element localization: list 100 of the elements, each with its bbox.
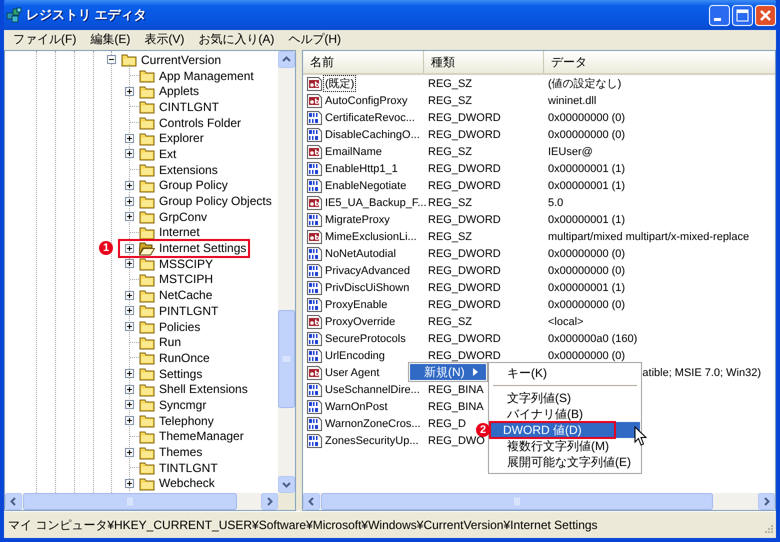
scroll-left-button[interactable]: [5, 493, 22, 510]
menu-item[interactable]: 新規(N): [410, 364, 486, 380]
tree-item[interactable]: Settings: [159, 366, 202, 381]
scroll-right-button[interactable]: [758, 493, 775, 510]
value-name[interactable]: WarnonZoneCros...: [323, 416, 423, 430]
tree-item[interactable]: NetCache: [159, 288, 212, 302]
scroll-right-button[interactable]: [261, 493, 278, 510]
scrollbar[interactable]: [303, 493, 775, 510]
value-data: <local>: [548, 316, 584, 328]
expand-icon[interactable]: [125, 212, 134, 222]
expand-icon[interactable]: [125, 149, 134, 158]
tree-item[interactable]: Internet: [159, 225, 200, 240]
tree-item[interactable]: Group Policy: [159, 178, 228, 192]
menu-item[interactable]: 表示(V): [137, 31, 192, 48]
tree-item[interactable]: Telephony: [159, 414, 214, 428]
menu-item[interactable]: ファイル(F): [6, 31, 84, 48]
tree-item[interactable]: TINTLGNT: [159, 460, 218, 475]
tree-item[interactable]: PINTLGNT: [159, 304, 218, 318]
tree-item[interactable]: Run: [159, 335, 182, 350]
value-name[interactable]: EmailName: [323, 144, 384, 158]
value-name[interactable]: User Agent: [323, 366, 382, 380]
value-name[interactable]: ProxyOverride: [323, 314, 398, 328]
expand-icon[interactable]: [125, 369, 134, 378]
scroll-up-button[interactable]: [278, 51, 295, 68]
value-name[interactable]: UseSchannelDire...: [323, 382, 422, 396]
value-name[interactable]: (既定): [323, 75, 356, 92]
tree-item[interactable]: App Management: [159, 68, 254, 83]
menu-item[interactable]: 展開可能な文字列値(E): [490, 454, 640, 470]
value-name[interactable]: EnableHttp1_1: [323, 162, 400, 176]
expand-icon[interactable]: [125, 259, 134, 268]
column-header[interactable]: データ: [544, 51, 775, 73]
menu-item[interactable]: 編集(E): [83, 31, 138, 48]
column-header[interactable]: 種類: [424, 51, 544, 73]
value-name[interactable]: ProxyEnable: [323, 298, 390, 312]
tree-item[interactable]: Shell Extensions: [159, 382, 248, 396]
menu-item[interactable]: バイナリ値(B): [490, 406, 640, 422]
menu-item[interactable]: ヘルプ(H): [281, 31, 348, 48]
tree-item[interactable]: Internet Settings: [159, 241, 246, 256]
value-name[interactable]: UrlEncoding: [323, 348, 387, 362]
expand-icon[interactable]: [125, 478, 134, 488]
expand-icon[interactable]: [125, 322, 134, 332]
expand-icon[interactable]: [125, 180, 134, 190]
expand-icon[interactable]: [125, 384, 134, 394]
minimize-button[interactable]: [709, 4, 730, 26]
expand-icon[interactable]: [125, 134, 134, 143]
tree-item[interactable]: Explorer: [159, 131, 204, 146]
tree-item[interactable]: GrpConv: [159, 210, 208, 224]
tree-item[interactable]: Ext: [159, 146, 176, 161]
menu-item[interactable]: 複数行文字列値(M): [490, 438, 640, 454]
scroll-thumb[interactable]: [278, 310, 295, 408]
expand-icon[interactable]: [125, 196, 134, 206]
tree-item[interactable]: MSTCIPH: [159, 272, 213, 286]
expand-icon[interactable]: [125, 244, 134, 253]
tree-item[interactable]: CINTLGNT: [159, 100, 219, 114]
tree-item[interactable]: Extensions: [159, 162, 218, 177]
tree-item[interactable]: CurrentVersion: [141, 52, 222, 67]
tree-item[interactable]: Policies: [159, 320, 200, 334]
tree-item[interactable]: MSSCIPY: [159, 256, 214, 271]
menu-item[interactable]: キー(K): [490, 365, 640, 381]
value-name[interactable]: PrivacyAdvanced: [323, 264, 412, 278]
tree-item[interactable]: Webcheck: [159, 476, 215, 490]
scroll-left-button[interactable]: [303, 493, 320, 510]
tree-item[interactable]: ThemeManager: [159, 429, 244, 444]
scrollbar[interactable]: [5, 493, 278, 510]
menu-item[interactable]: 文字列値(S): [490, 390, 640, 406]
tree-item[interactable]: Syncmgr: [159, 398, 206, 412]
expand-icon[interactable]: [125, 306, 134, 316]
tree-item[interactable]: Controls Folder: [159, 116, 242, 130]
menu-item[interactable]: お気に入り(A): [191, 31, 282, 48]
expand-icon[interactable]: [125, 290, 134, 300]
value-name[interactable]: WarnOnPost: [323, 400, 390, 414]
value-name[interactable]: PrivDiscUiShown: [323, 280, 412, 294]
expand-icon[interactable]: [125, 86, 134, 96]
value-name[interactable]: EnableNegotiate: [323, 178, 408, 192]
collapse-icon[interactable]: [107, 55, 116, 64]
tree-item[interactable]: RunOnce: [159, 350, 210, 365]
value-name[interactable]: MimeExclusionLi...: [323, 230, 419, 244]
maximize-button[interactable]: [732, 4, 753, 26]
tree-item[interactable]: Applets: [159, 84, 200, 98]
tree-item[interactable]: Group Policy Objects: [159, 194, 272, 208]
tree-item[interactable]: Themes: [159, 445, 202, 460]
value-name[interactable]: CertificateRevoc...: [323, 110, 417, 124]
column-header[interactable]: 名前: [303, 51, 424, 73]
expand-icon[interactable]: [125, 416, 134, 426]
value-name[interactable]: ZonesSecurityUp...: [323, 434, 421, 448]
value-name[interactable]: MigrateProxy: [323, 212, 392, 226]
value-name[interactable]: DisableCachingO...: [323, 128, 422, 142]
expand-icon[interactable]: [125, 448, 134, 457]
value-name[interactable]: SecureProtocols: [323, 332, 408, 346]
scroll-down-button[interactable]: [278, 476, 295, 493]
value-name[interactable]: NoNetAutodial: [323, 246, 398, 260]
scrollbar[interactable]: [278, 51, 295, 493]
expand-icon[interactable]: [125, 400, 134, 410]
value-name[interactable]: AutoConfigProxy: [323, 94, 410, 108]
scroll-thumb[interactable]: [23, 493, 237, 510]
value-name[interactable]: IE5_UA_Backup_F...: [323, 196, 429, 210]
resize-grip-icon[interactable]: [762, 524, 774, 536]
scroll-thumb[interactable]: [321, 493, 713, 510]
value-type: REG_BINA: [428, 400, 484, 412]
close-button[interactable]: [755, 4, 776, 26]
